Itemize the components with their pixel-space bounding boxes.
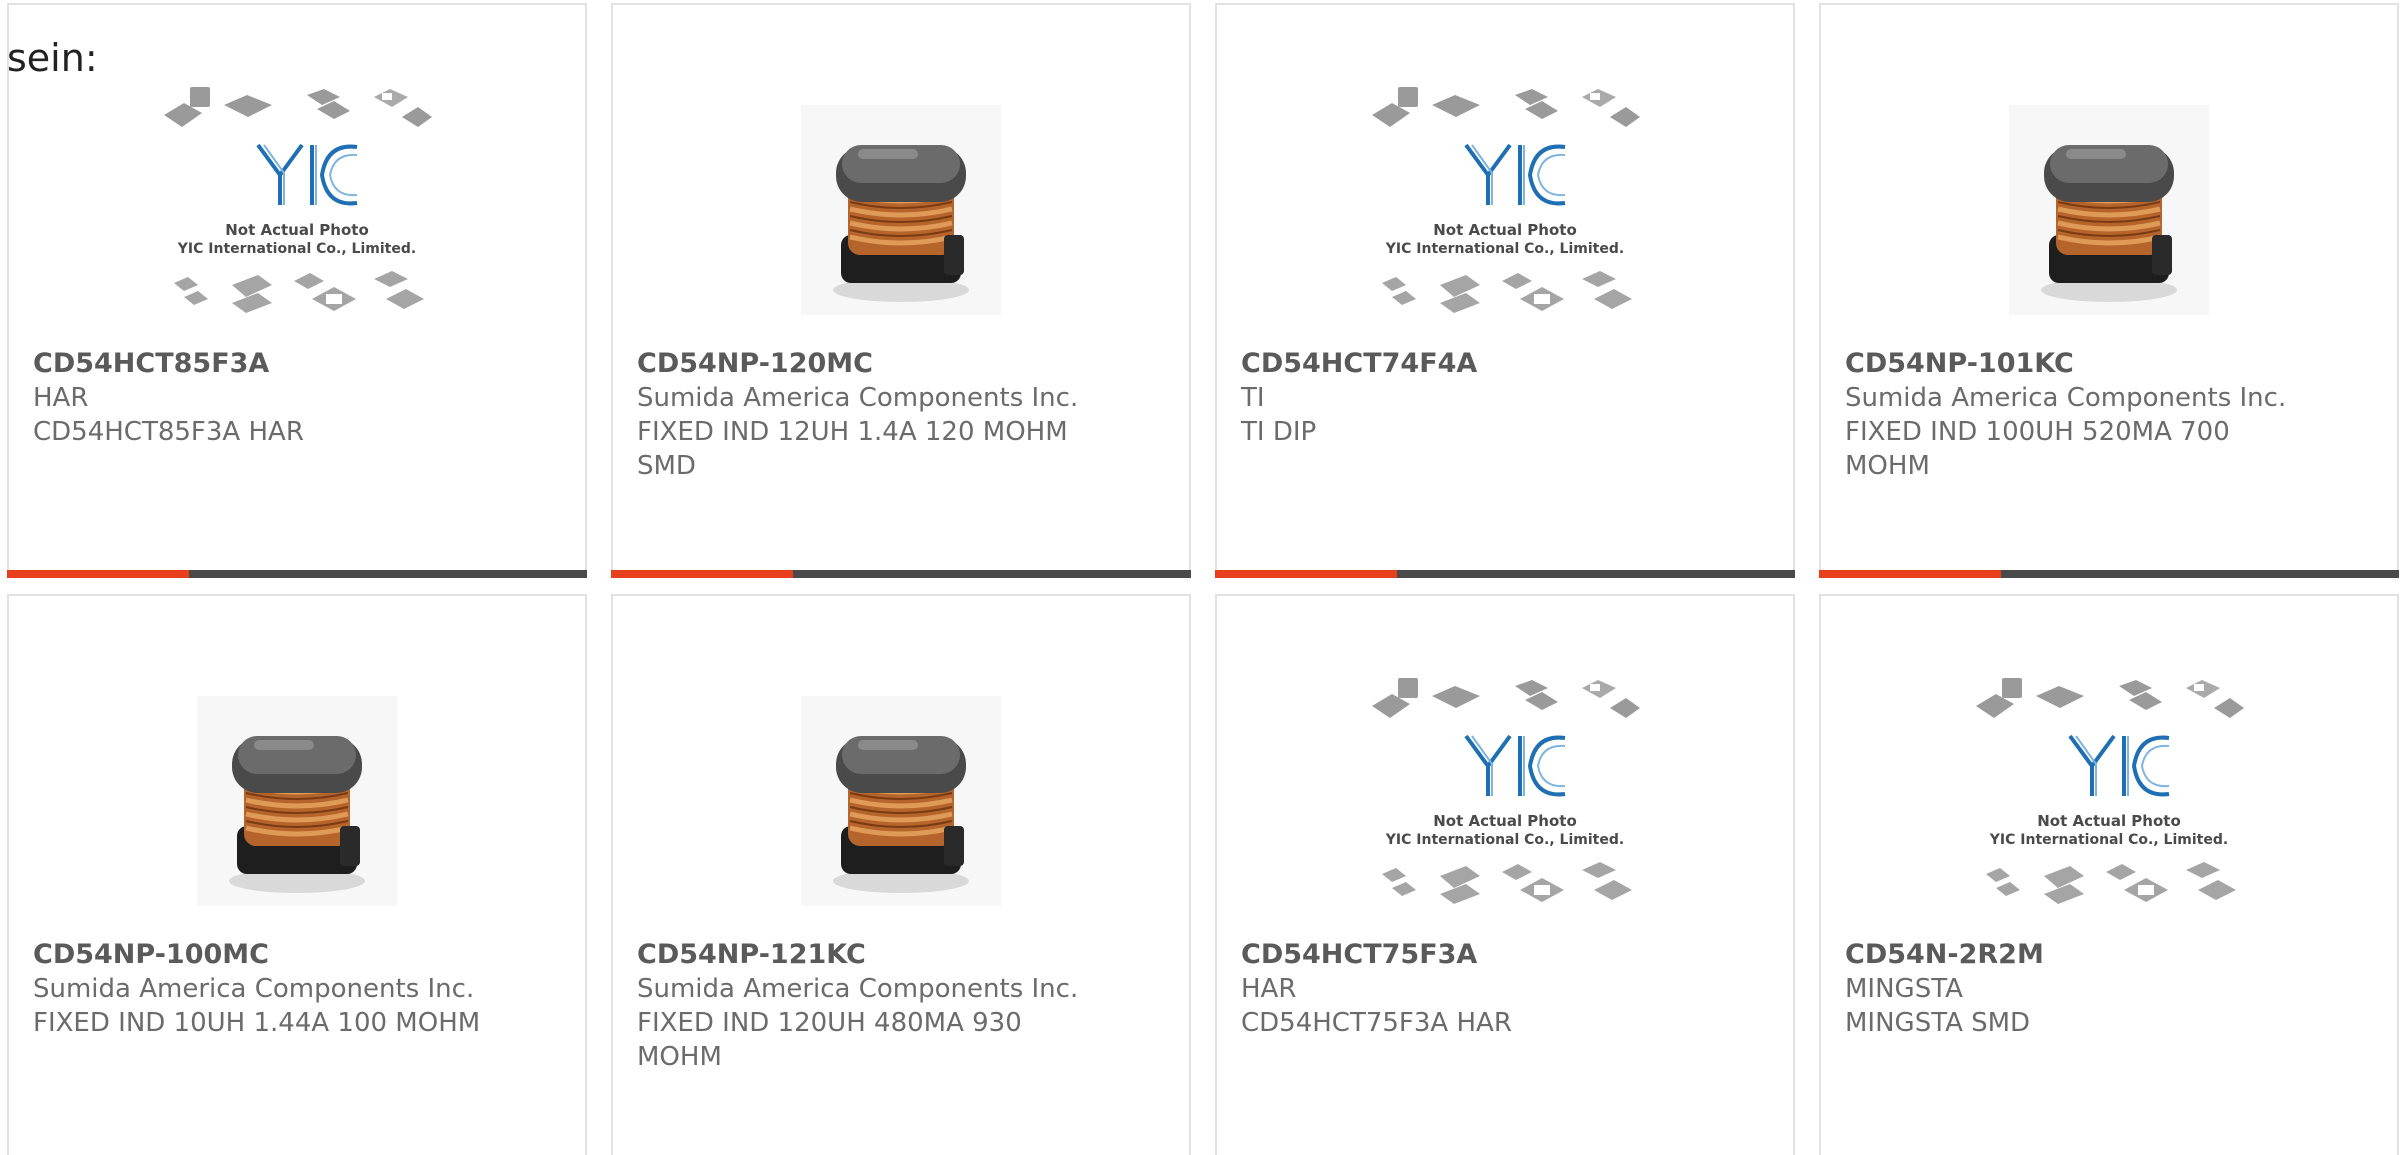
card-accent [1215, 570, 1397, 578]
svg-text:Not Actual Photo: Not Actual Photo [1433, 221, 1577, 239]
part-number-link[interactable]: CD54N-2R2M [1845, 938, 2297, 972]
description: FIXED IND 12UH 1.4A 120 MOHM SMD [637, 417, 1068, 481]
card-accent [7, 570, 189, 578]
part-number-link[interactable]: CD54NP-101KC [1845, 347, 2297, 381]
product-image[interactable] [162, 676, 432, 926]
svg-text:Not Actual Photo: Not Actual Photo [225, 221, 369, 239]
card-bottom-bar [1819, 570, 2399, 578]
product-card[interactable]: CD54NP-121KC Sumida America Components I… [611, 594, 1191, 1155]
svg-text:Not Actual Photo: Not Actual Photo [1433, 812, 1577, 830]
card-accent [611, 570, 793, 578]
description: CD54HCT75F3A HAR [1241, 1008, 1512, 1038]
product-card[interactable]: Not Actual Photo YIC International Co., … [7, 3, 587, 578]
yic-not-actual-photo-icon: Not Actual Photo YIC International Co., … [1372, 678, 1640, 904]
svg-text:YIC International Co., Limited: YIC International Co., Limited. [1989, 832, 2228, 848]
card-bottom-bar [611, 570, 1191, 578]
manufacturer: Sumida America Components Inc. [637, 974, 1079, 1004]
description: TI DIP [1241, 417, 1317, 447]
product-image[interactable]: Not Actual Photo YIC International Co., … [1370, 85, 1640, 335]
manufacturer: Sumida America Components Inc. [1845, 383, 2287, 413]
manufacturer: Sumida America Components Inc. [637, 383, 1079, 413]
product-card[interactable]: CD54NP-100MC Sumida America Components I… [7, 594, 587, 1155]
product-image[interactable]: Not Actual Photo YIC International Co., … [162, 85, 432, 335]
yic-not-actual-photo-icon: Not Actual Photo YIC International Co., … [1372, 87, 1640, 313]
product-info: CD54NP-101KC Sumida America Components I… [1845, 347, 2297, 483]
product-info: CD54HCT75F3A HAR CD54HCT75F3A HAR [1241, 938, 1693, 1040]
product-info: CD54N-2R2M MINGSTA MINGSTA SMD [1845, 938, 2297, 1040]
product-info: CD54HCT74F4A TI TI DIP [1241, 347, 1693, 449]
inductor-icon [801, 105, 1001, 315]
description: FIXED IND 10UH 1.44A 100 MOHM [33, 1008, 481, 1038]
product-info: CD54NP-100MC Sumida America Components I… [33, 938, 485, 1040]
manufacturer: HAR [1241, 974, 1297, 1004]
card-bottom-bar [7, 570, 587, 578]
product-image[interactable]: Not Actual Photo YIC International Co., … [1370, 676, 1640, 926]
card-bottom-bar [1215, 570, 1795, 578]
product-grid: Not Actual Photo YIC International Co., … [7, 3, 2400, 1155]
product-info: CD54NP-121KC Sumida America Components I… [637, 938, 1089, 1074]
inductor-icon [2009, 105, 2209, 315]
manufacturer: Sumida America Components Inc. [33, 974, 475, 1004]
svg-text:YIC International Co., Limited: YIC International Co., Limited. [177, 241, 416, 257]
part-number-link[interactable]: CD54NP-120MC [637, 347, 1089, 381]
product-card[interactable]: CD54NP-120MC Sumida America Components I… [611, 3, 1191, 578]
yic-not-actual-photo-icon: Not Actual Photo YIC International Co., … [1976, 678, 2244, 904]
svg-text:YIC International Co., Limited: YIC International Co., Limited. [1385, 832, 1624, 848]
manufacturer: HAR [33, 383, 89, 413]
product-card[interactable]: CD54NP-101KC Sumida America Components I… [1819, 3, 2399, 578]
description: MINGSTA SMD [1845, 1008, 2031, 1038]
yic-not-actual-photo-icon: Not Actual Photo YIC International Co., … [164, 87, 432, 313]
product-image[interactable] [766, 676, 1036, 926]
svg-text:Not Actual Photo: Not Actual Photo [2037, 812, 2181, 830]
product-info: CD54NP-120MC Sumida America Components I… [637, 347, 1089, 483]
product-listing-page: sein: Not Actual Photo YIC International… [0, 0, 2400, 1155]
product-image[interactable] [1974, 85, 2244, 335]
product-card[interactable]: Not Actual Photo YIC International Co., … [1819, 594, 2399, 1155]
part-number-link[interactable]: CD54NP-121KC [637, 938, 1089, 972]
product-info: CD54HCT85F3A HAR CD54HCT85F3A HAR [33, 347, 485, 449]
part-number-link[interactable]: CD54NP-100MC [33, 938, 485, 972]
part-number-link[interactable]: CD54HCT75F3A [1241, 938, 1693, 972]
inductor-icon [197, 696, 397, 906]
manufacturer: TI [1241, 383, 1265, 413]
description: FIXED IND 100UH 520MA 700 MOHM [1845, 417, 2230, 481]
inductor-icon [801, 696, 1001, 906]
lead-text: sein: [7, 36, 98, 80]
product-card[interactable]: Not Actual Photo YIC International Co., … [1215, 594, 1795, 1155]
svg-text:YIC International Co., Limited: YIC International Co., Limited. [1385, 241, 1624, 257]
description: CD54HCT85F3A HAR [33, 417, 304, 447]
product-image[interactable]: Not Actual Photo YIC International Co., … [1974, 676, 2244, 926]
part-number-link[interactable]: CD54HCT85F3A [33, 347, 485, 381]
product-image[interactable] [766, 85, 1036, 335]
description: FIXED IND 120UH 480MA 930 MOHM [637, 1008, 1022, 1072]
part-number-link[interactable]: CD54HCT74F4A [1241, 347, 1693, 381]
manufacturer: MINGSTA [1845, 974, 1963, 1004]
card-accent [1819, 570, 2001, 578]
product-card[interactable]: Not Actual Photo YIC International Co., … [1215, 3, 1795, 578]
